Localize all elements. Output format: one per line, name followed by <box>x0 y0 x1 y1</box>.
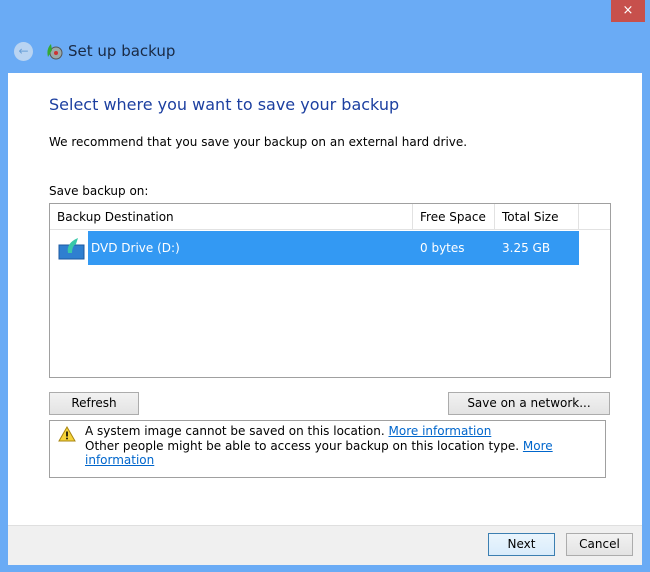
destination-list[interactable]: Backup Destination Free Space Total Size… <box>49 203 611 378</box>
back-arrow-icon[interactable]: ← <box>14 42 33 61</box>
column-header-free-space[interactable]: Free Space <box>413 204 495 230</box>
refresh-button[interactable]: Refresh <box>49 392 139 415</box>
warning-line-2: Other people might be able to access you… <box>85 439 605 467</box>
column-header-total-size[interactable]: Total Size <box>495 204 579 230</box>
page-heading: Select where you want to save your backu… <box>49 95 400 114</box>
destination-cell: DVD Drive (D:) <box>91 241 180 255</box>
column-header-destination[interactable]: Backup Destination <box>50 204 413 230</box>
free-space-cell: 0 bytes <box>420 241 465 255</box>
warning-text: Other people might be able to access you… <box>85 439 520 453</box>
close-button[interactable]: × <box>611 0 645 22</box>
recommendation-text: We recommend that you save your backup o… <box>49 135 468 149</box>
next-button[interactable]: Next <box>488 533 555 556</box>
table-row[interactable]: DVD Drive (D:) 0 bytes 3.25 GB <box>50 231 580 265</box>
warning-box: A system image cannot be saved on this l… <box>49 420 606 478</box>
total-size-cell: 3.25 GB <box>502 241 551 255</box>
cancel-button[interactable]: Cancel <box>566 533 633 556</box>
backup-app-icon <box>44 41 64 61</box>
more-information-link[interactable]: More information <box>389 424 492 438</box>
column-header-filler <box>579 204 610 230</box>
warning-line-1: A system image cannot be saved on this l… <box>85 424 491 438</box>
save-on-network-button[interactable]: Save on a network... <box>448 392 610 415</box>
warning-icon <box>58 425 76 445</box>
save-backup-label: Save backup on: <box>49 184 149 198</box>
dvd-drive-icon <box>58 235 86 261</box>
warning-text: A system image cannot be saved on this l… <box>85 424 385 438</box>
window-title: Set up backup <box>68 42 176 60</box>
